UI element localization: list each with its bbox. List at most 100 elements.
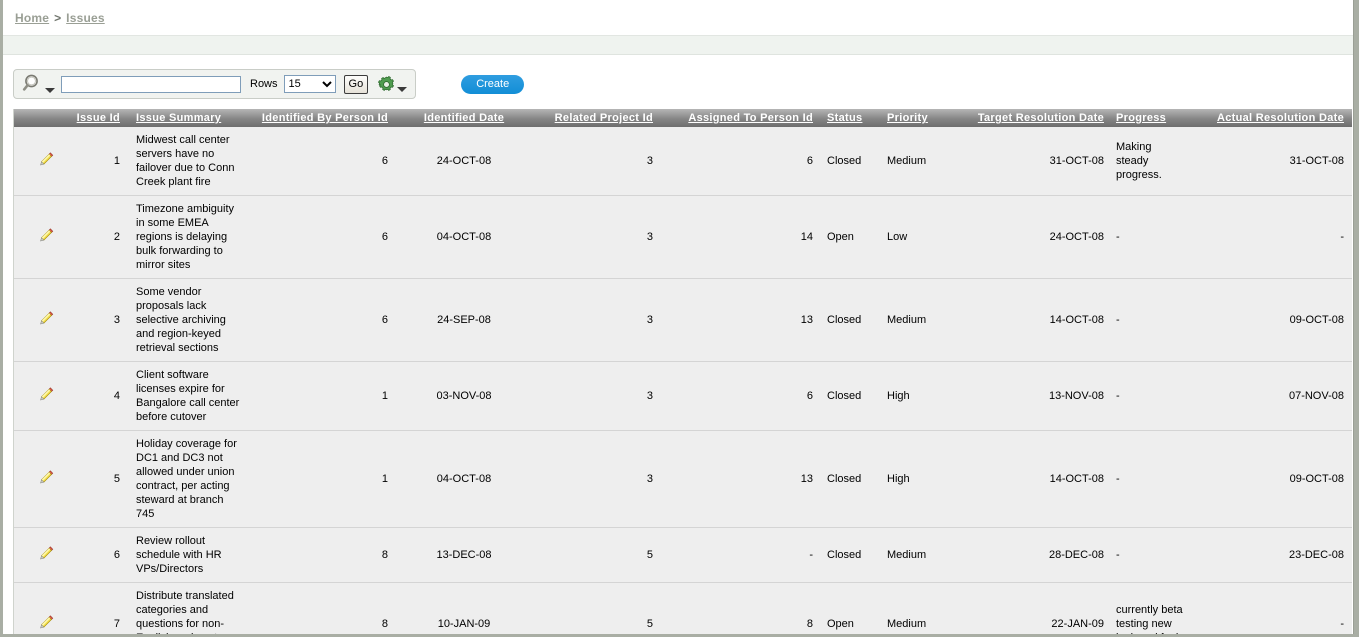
table-row: 7Distribute translated categories and qu… — [14, 583, 1352, 635]
column-header-related-project-id[interactable]: Related Project Id — [534, 109, 659, 127]
cell-prog: - — [1110, 196, 1192, 279]
table-header-row: Issue Id Issue Summary Identified By Per… — [14, 109, 1352, 127]
table-body: 1Midwest call center servers have no fai… — [14, 127, 1352, 634]
cell-assign: 6 — [659, 362, 819, 431]
issues-table: Issue Id Issue Summary Identified By Per… — [14, 109, 1352, 634]
cell-assign: 6 — [659, 127, 819, 196]
cell-status: Open — [819, 196, 879, 279]
cell-iddate: 04-OCT-08 — [394, 196, 534, 279]
column-header-status[interactable]: Status — [819, 109, 879, 127]
column-header-issue-id[interactable]: Issue Id — [48, 109, 126, 127]
cell-idby: 8 — [246, 583, 394, 635]
cell-id: 2 — [48, 196, 126, 279]
report-toolbar: Rows 1515102025501001000 Go Create — [13, 67, 1343, 101]
column-header-target-resolution-date[interactable]: Target Resolution Date — [955, 109, 1110, 127]
column-header-issue-summary[interactable]: Issue Summary — [126, 109, 246, 127]
cell-idby: 1 — [246, 362, 394, 431]
gear-icon[interactable] — [377, 75, 407, 94]
cell-status: Closed — [819, 431, 879, 528]
cell-iddate: 03-NOV-08 — [394, 362, 534, 431]
pencil-edit-icon[interactable] — [14, 127, 48, 196]
cell-summary: Holiday coverage for DC1 and DC3 not all… — [126, 431, 246, 528]
pencil-edit-icon[interactable] — [14, 583, 48, 635]
create-button[interactable]: Create — [461, 75, 524, 94]
cell-iddate: 24-OCT-08 — [394, 127, 534, 196]
cell-prog: currently beta testing new look and feel — [1110, 583, 1192, 635]
cell-id: 6 — [48, 528, 126, 583]
cell-prio: High — [879, 362, 955, 431]
cell-assign: 8 — [659, 583, 819, 635]
table-row: 3Some vendor proposals lack selective ar… — [14, 279, 1352, 362]
cell-summary: Timezone ambiguity in some EMEA regions … — [126, 196, 246, 279]
cell-actual: 07-NOV-08 — [1192, 362, 1352, 431]
column-header-identified-date[interactable]: Identified Date — [394, 109, 534, 127]
cell-summary: Review rollout schedule with HR VPs/Dire… — [126, 528, 246, 583]
cell-id: 7 — [48, 583, 126, 635]
cell-iddate: 13-DEC-08 — [394, 528, 534, 583]
cell-target: 22-JAN-09 — [955, 583, 1110, 635]
table-header: Issue Id Issue Summary Identified By Per… — [14, 109, 1352, 127]
search-panel: Rows 1515102025501001000 Go — [13, 69, 416, 99]
cell-prio: Medium — [879, 528, 955, 583]
cell-summary: Client software licenses expire for Bang… — [126, 362, 246, 431]
cell-status: Closed — [819, 127, 879, 196]
cell-proj: 3 — [534, 196, 659, 279]
cell-id: 1 — [48, 127, 126, 196]
column-header-progress[interactable]: Progress — [1110, 109, 1192, 127]
cell-target: 28-DEC-08 — [955, 528, 1110, 583]
cell-proj: 5 — [534, 528, 659, 583]
column-header-actual-resolution-date[interactable]: Actual Resolution Date — [1192, 109, 1352, 127]
cell-actual: - — [1192, 583, 1352, 635]
cell-id: 5 — [48, 431, 126, 528]
column-header-assigned-to-person-id[interactable]: Assigned To Person Id — [659, 109, 819, 127]
cell-prio: Medium — [879, 279, 955, 362]
chevron-down-icon — [45, 88, 55, 93]
table-row: 6Review rollout schedule with HR VPs/Dir… — [14, 528, 1352, 583]
cell-actual: 09-OCT-08 — [1192, 279, 1352, 362]
breadcrumb-item-issues[interactable]: Issues — [66, 11, 105, 25]
cell-prio: High — [879, 431, 955, 528]
cell-proj: 5 — [534, 583, 659, 635]
cell-idby: 8 — [246, 528, 394, 583]
magnifier-icon[interactable] — [22, 73, 55, 95]
pencil-edit-icon[interactable] — [14, 279, 48, 362]
cell-id: 4 — [48, 362, 126, 431]
cell-prio: Medium — [879, 127, 955, 196]
cell-proj: 3 — [534, 127, 659, 196]
column-header-priority[interactable]: Priority — [879, 109, 955, 127]
cell-target: 13-NOV-08 — [955, 362, 1110, 431]
cell-prog: - — [1110, 431, 1192, 528]
cell-summary: Midwest call center servers have no fail… — [126, 127, 246, 196]
cell-idby: 1 — [246, 431, 394, 528]
column-header-identified-by-person-id[interactable]: Identified By Person Id — [246, 109, 394, 127]
cell-assign: - — [659, 528, 819, 583]
cell-idby: 6 — [246, 196, 394, 279]
breadcrumb-item-home[interactable]: Home — [15, 11, 49, 25]
cell-assign: 14 — [659, 196, 819, 279]
cell-status: Open — [819, 583, 879, 635]
rows-select[interactable]: 1515102025501001000 — [284, 75, 336, 93]
cell-target: 14-OCT-08 — [955, 279, 1110, 362]
cell-target: 24-OCT-08 — [955, 196, 1110, 279]
cell-iddate: 04-OCT-08 — [394, 431, 534, 528]
table-row: 1Midwest call center servers have no fai… — [14, 127, 1352, 196]
cell-prio: Medium — [879, 583, 955, 635]
go-button[interactable]: Go — [344, 75, 369, 94]
column-header-edit — [14, 109, 48, 127]
cell-actual: - — [1192, 196, 1352, 279]
pencil-edit-icon[interactable] — [14, 528, 48, 583]
cell-idby: 6 — [246, 279, 394, 362]
issues-report: Issue Id Issue Summary Identified By Per… — [13, 109, 1343, 634]
cell-target: 31-OCT-08 — [955, 127, 1110, 196]
cell-iddate: 10-JAN-09 — [394, 583, 534, 635]
pencil-edit-icon[interactable] — [14, 362, 48, 431]
page-shell: Home > Issues Rows 1515102025501001000 — [3, 0, 1354, 634]
table-row: 2Timezone ambiguity in some EMEA regions… — [14, 196, 1352, 279]
search-input[interactable] — [61, 76, 241, 93]
cell-target: 14-OCT-08 — [955, 431, 1110, 528]
table-row: 5Holiday coverage for DC1 and DC3 not al… — [14, 431, 1352, 528]
cell-summary: Distribute translated categories and que… — [126, 583, 246, 635]
rows-label: Rows — [250, 78, 278, 90]
pencil-edit-icon[interactable] — [14, 196, 48, 279]
pencil-edit-icon[interactable] — [14, 431, 48, 528]
